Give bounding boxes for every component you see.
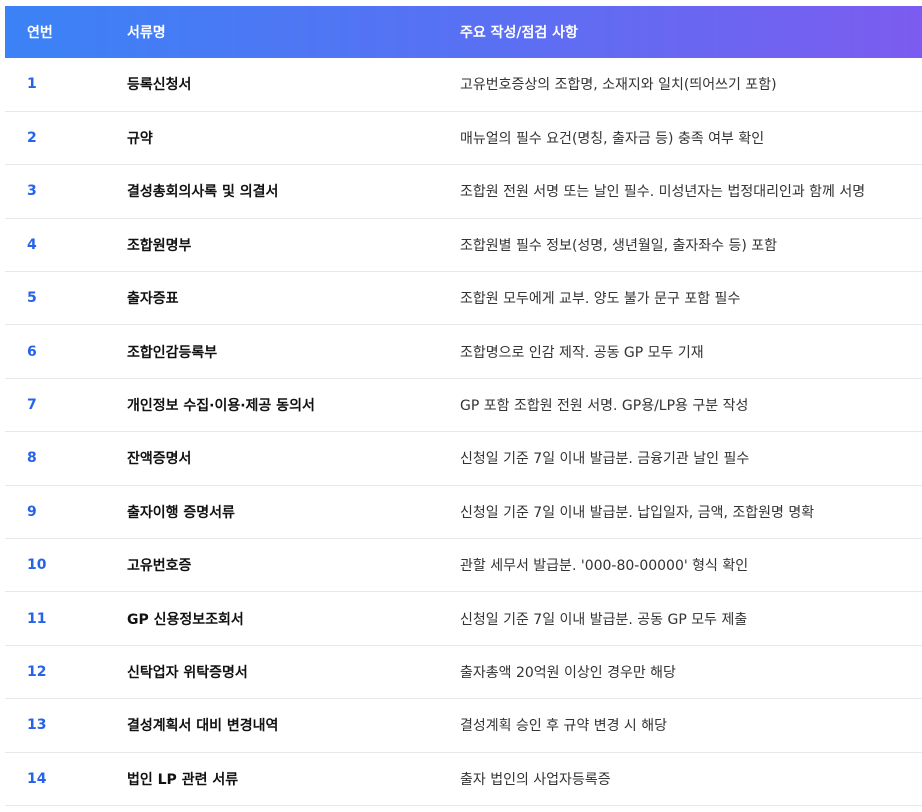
row-index: 10 (5, 538, 127, 593)
row-document-name: 결성총회의사록 및 의결서 (127, 164, 460, 219)
row-document-name: 출자이행 증명서류 (127, 485, 460, 540)
row-index: 3 (5, 164, 127, 219)
row-index: 6 (5, 324, 127, 379)
table-row: 8 잔액증명서 신청일 기준 7일 이내 발급분. 금융기관 날인 필수 (5, 431, 922, 486)
row-index: 14 (5, 752, 127, 806)
table-row: 12 신탁업자 위탁증명서 출자총액 20억원 이상인 경우만 해당 (5, 645, 922, 700)
row-document-name: 규약 (127, 111, 460, 166)
row-document-name: 출자증표 (127, 271, 460, 326)
row-check-note: 조합원별 필수 정보(성명, 생년월일, 출자좌수 등) 포함 (460, 218, 922, 273)
table-row: 1 등록신청서 고유번호증상의 조합명, 소재지와 일치(띄어쓰기 포함) (5, 58, 922, 112)
row-check-note: 조합원 모두에게 교부. 양도 불가 문구 포함 필수 (460, 271, 922, 326)
row-check-note: 출자총액 20억원 이상인 경우만 해당 (460, 645, 922, 700)
row-check-note: 관할 세무서 발급분. '000-80-00000' 형식 확인 (460, 538, 922, 593)
row-check-note: 출자 법인의 사업자등록증 (460, 752, 922, 806)
row-document-name: 등록신청서 (127, 58, 460, 112)
table-row: 6 조합인감등록부 조합명으로 인감 제작. 공동 GP 모두 기재 (5, 324, 922, 379)
row-index: 5 (5, 271, 127, 326)
row-check-note: 조합명으로 인감 제작. 공동 GP 모두 기재 (460, 324, 922, 379)
header-document-name: 서류명 (127, 25, 166, 41)
table-row: 9 출자이행 증명서류 신청일 기준 7일 이내 발급분. 납입일자, 금액, … (5, 485, 922, 540)
table-row: 3 결성총회의사록 및 의결서 조합원 전원 서명 또는 날인 필수. 미성년자… (5, 164, 922, 219)
row-check-note: GP 포함 조합원 전원 서명. GP용/LP용 구분 작성 (460, 378, 922, 433)
header-index: 연번 (27, 25, 53, 41)
row-document-name: 잔액증명서 (127, 431, 460, 486)
row-index: 9 (5, 485, 127, 540)
row-check-note: 고유번호증상의 조합명, 소재지와 일치(띄어쓰기 포함) (460, 58, 922, 112)
document-checklist-table: 연번 서류명 주요 작성/점검 사항 1 등록신청서 고유번호증상의 조합명, … (5, 6, 922, 806)
row-index: 2 (5, 111, 127, 166)
table-row: 13 결성계획서 대비 변경내역 결성계획 승인 후 규약 변경 시 해당 (5, 698, 922, 753)
row-index: 13 (5, 698, 127, 753)
row-document-name: 조합인감등록부 (127, 324, 460, 379)
table-header-row: 연번 서류명 주요 작성/점검 사항 (5, 6, 922, 58)
row-check-note: 신청일 기준 7일 이내 발급분. 공동 GP 모두 제출 (460, 591, 922, 646)
table-row: 10 고유번호증 관할 세무서 발급분. '000-80-00000' 형식 확… (5, 538, 922, 593)
row-check-note: 신청일 기준 7일 이내 발급분. 납입일자, 금액, 조합원명 명확 (460, 485, 922, 540)
row-check-note: 결성계획 승인 후 규약 변경 시 해당 (460, 698, 922, 753)
row-check-note: 매뉴얼의 필수 요건(명칭, 출자금 등) 충족 여부 확인 (460, 111, 922, 166)
row-document-name: 개인정보 수집·이용·제공 동의서 (127, 378, 460, 433)
table-row: 2 규약 매뉴얼의 필수 요건(명칭, 출자금 등) 충족 여부 확인 (5, 111, 922, 166)
row-document-name: 조합원명부 (127, 218, 460, 273)
header-check-notes: 주요 작성/점검 사항 (460, 25, 578, 41)
row-index: 4 (5, 218, 127, 273)
row-document-name: 신탁업자 위탁증명서 (127, 645, 460, 700)
table-row: 14 법인 LP 관련 서류 출자 법인의 사업자등록증 (5, 752, 922, 806)
row-index: 7 (5, 378, 127, 433)
row-document-name: 결성계획서 대비 변경내역 (127, 698, 460, 753)
row-document-name: 고유번호증 (127, 538, 460, 593)
table-row: 4 조합원명부 조합원별 필수 정보(성명, 생년월일, 출자좌수 등) 포함 (5, 218, 922, 273)
row-document-name: 법인 LP 관련 서류 (127, 752, 460, 806)
row-check-note: 신청일 기준 7일 이내 발급분. 금융기관 날인 필수 (460, 431, 922, 486)
row-document-name: GP 신용정보조회서 (127, 591, 460, 646)
table-row: 7 개인정보 수집·이용·제공 동의서 GP 포함 조합원 전원 서명. GP용… (5, 378, 922, 433)
row-check-note: 조합원 전원 서명 또는 날인 필수. 미성년자는 법정대리인과 함께 서명 (460, 164, 922, 219)
row-index: 11 (5, 591, 127, 646)
row-index: 1 (5, 58, 127, 112)
table-row: 11 GP 신용정보조회서 신청일 기준 7일 이내 발급분. 공동 GP 모두… (5, 591, 922, 646)
row-index: 8 (5, 431, 127, 486)
table-row: 5 출자증표 조합원 모두에게 교부. 양도 불가 문구 포함 필수 (5, 271, 922, 326)
row-index: 12 (5, 645, 127, 700)
